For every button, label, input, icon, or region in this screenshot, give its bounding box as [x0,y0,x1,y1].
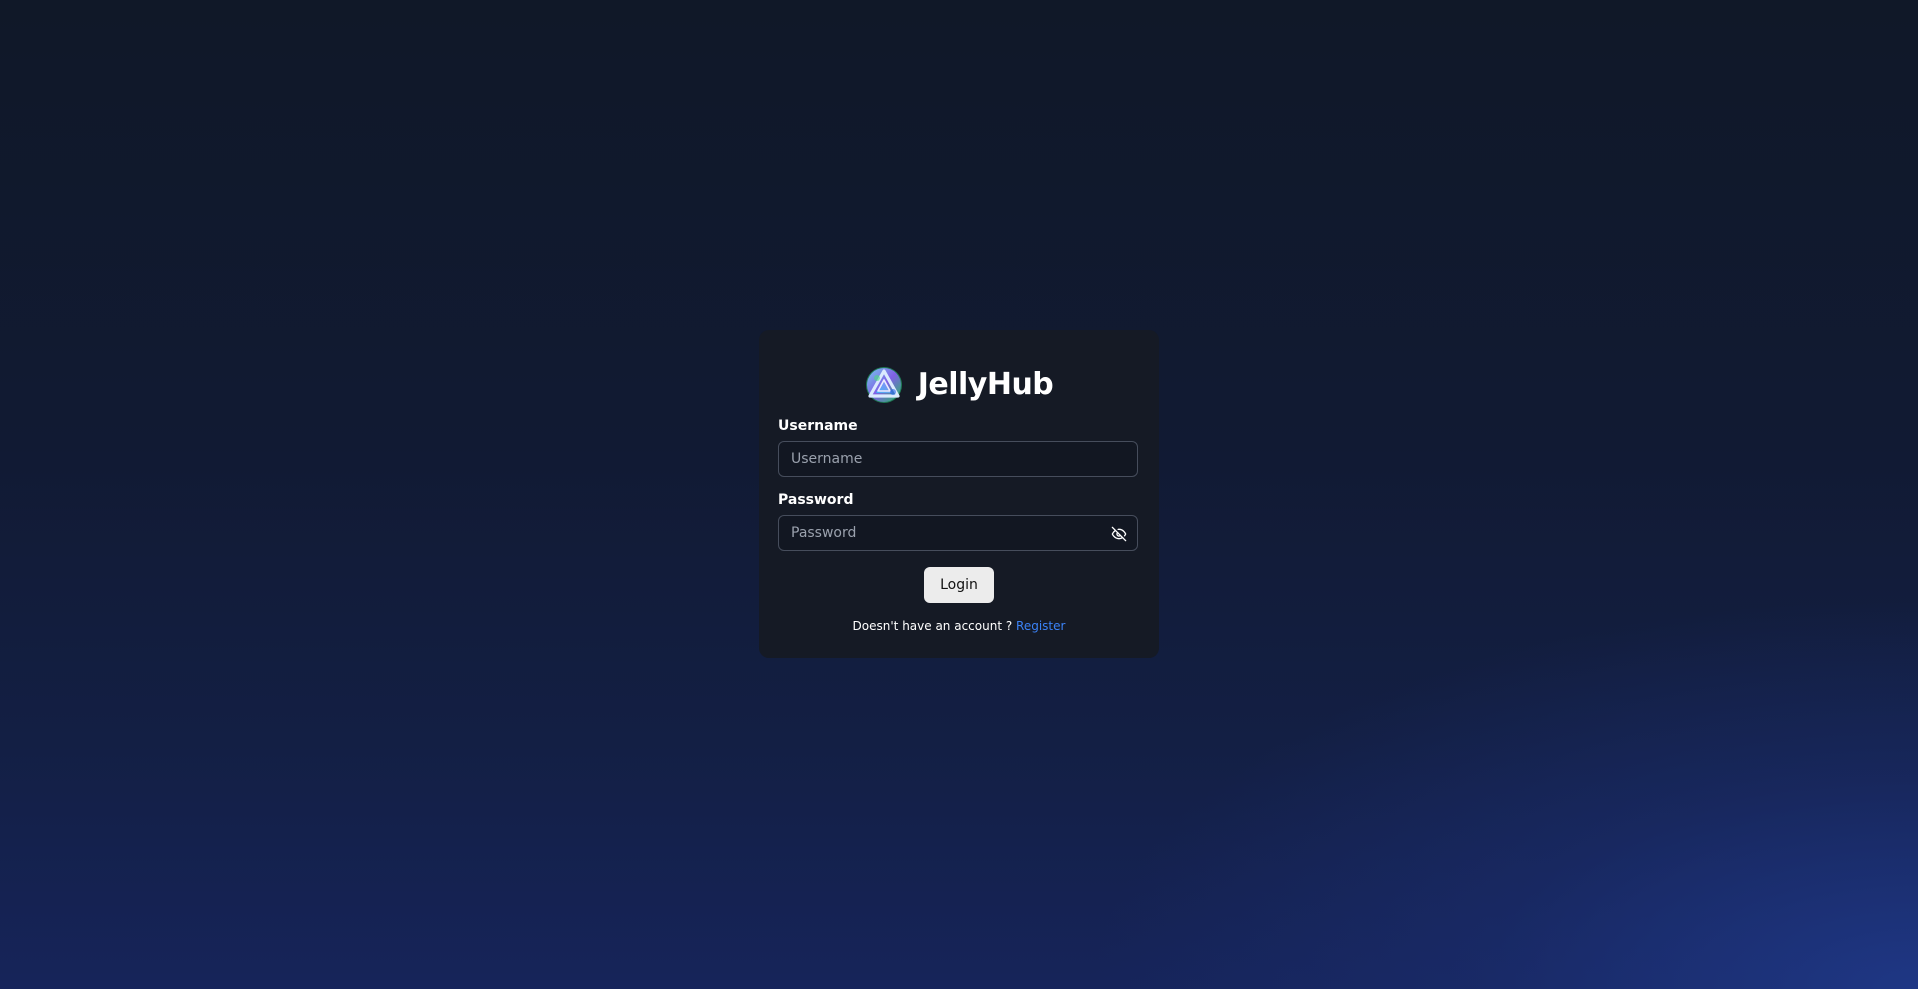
app-title: JellyHub [917,367,1054,402]
register-prompt-text: Doesn't have an account ? [852,619,1013,633]
username-input[interactable] [779,442,1137,476]
register-prompt: Doesn't have an account ? Register [778,618,1140,634]
password-input[interactable] [779,516,1137,550]
brand-header: JellyHub [778,366,1140,404]
username-field-wrapper [778,441,1138,477]
register-link[interactable]: Register [1016,619,1065,633]
toggle-password-visibility-button[interactable] [1109,524,1129,544]
password-label: Password [778,492,854,508]
login-card: JellyHub Username Password Login Doesn't… [759,330,1159,658]
login-button[interactable]: Login [924,567,994,603]
username-label: Username [778,418,858,434]
password-field-wrapper [778,515,1138,551]
form-actions: Login [778,567,1140,603]
eye-off-icon [1111,526,1127,542]
jellyhub-logo [865,367,902,403]
